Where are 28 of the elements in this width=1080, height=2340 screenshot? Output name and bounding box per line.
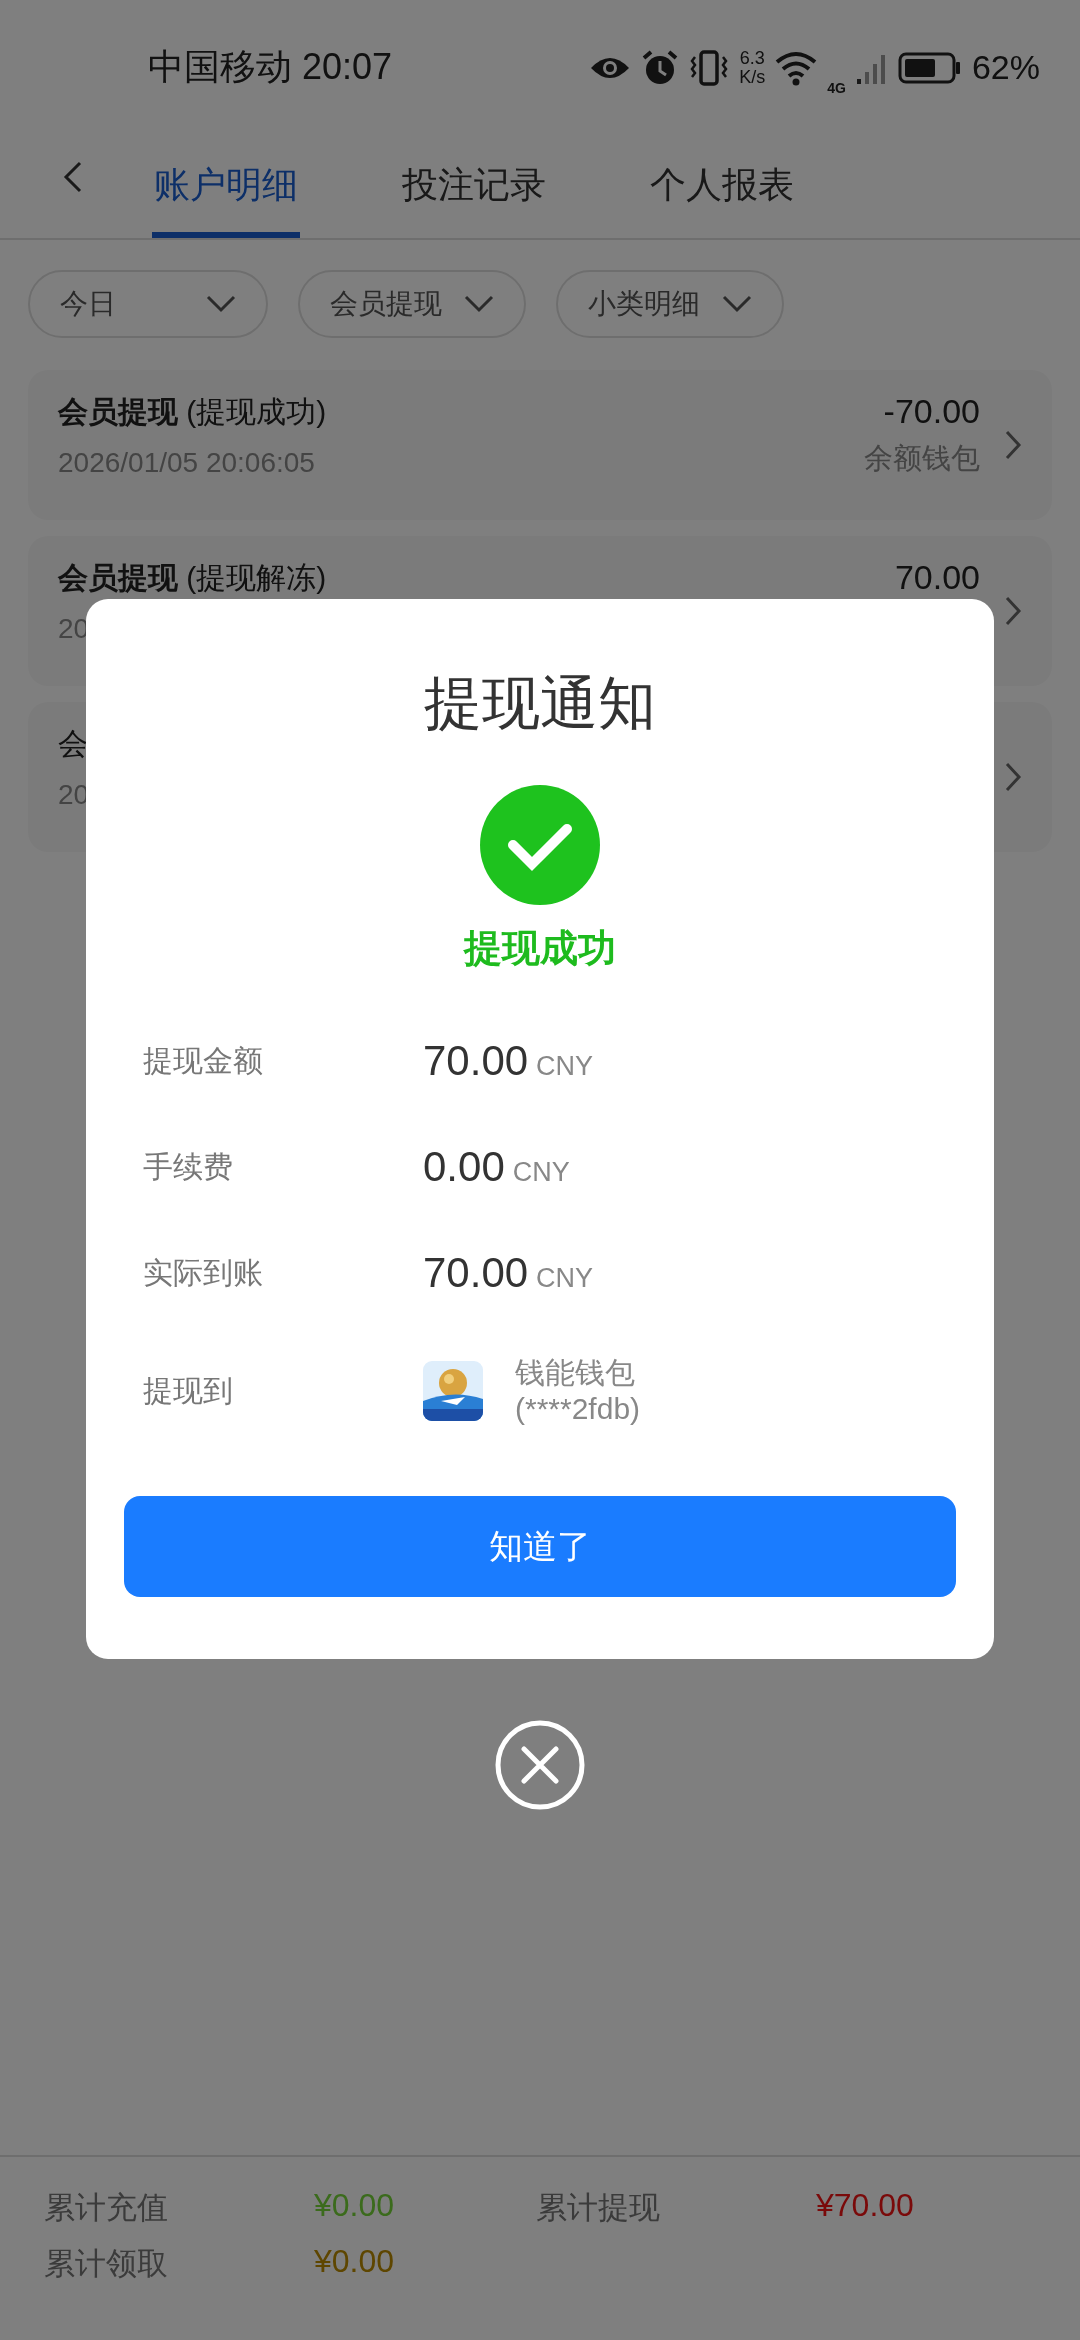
summary-label: 累计提现 — [536, 2189, 661, 2227]
field-label: 提现到 — [142, 1372, 234, 1409]
currency-unit: CNY — [536, 1263, 594, 1294]
field-label: 实际到账 — [142, 1254, 264, 1291]
amount-value: 70.00 — [423, 1037, 529, 1085]
amount-value: 0.00 — [423, 1143, 505, 1191]
summary-label: 累计领取 — [44, 2245, 169, 2283]
wallet-name: 钱能钱包 — [515, 1355, 636, 1391]
field-label: 提现金额 — [142, 1042, 264, 1079]
record-amount: 70.00 — [894, 558, 980, 597]
summary-label: 累计充值 — [44, 2189, 169, 2227]
summary-value: ¥70.00 — [816, 2187, 915, 2225]
amount-value: 70.00 — [423, 1249, 529, 1297]
record-title: 会员提现 (提现解冻) — [58, 560, 328, 596]
network-type: 4G — [827, 79, 846, 96]
carrier-time: 中国移动 20:07 — [148, 45, 393, 89]
record-title: 会员提现 (提现成功) — [58, 394, 328, 430]
field-label: 手续费 — [142, 1148, 234, 1185]
record-title: 会 — [58, 726, 89, 762]
summary-value: ¥0.00 — [314, 2243, 396, 2281]
currency-unit: CNY — [512, 1157, 570, 1188]
status-text: 提现成功 — [464, 926, 616, 971]
network-speed: 6.3 K/s — [739, 48, 766, 87]
record-amount: -70.00 — [883, 392, 980, 431]
currency-unit: CNY — [536, 1051, 594, 1082]
summary-value: ¥0.00 — [314, 2187, 396, 2225]
battery-level: 62% — [971, 48, 1040, 87]
wallet-account: (****2fdb) — [515, 1391, 641, 1427]
